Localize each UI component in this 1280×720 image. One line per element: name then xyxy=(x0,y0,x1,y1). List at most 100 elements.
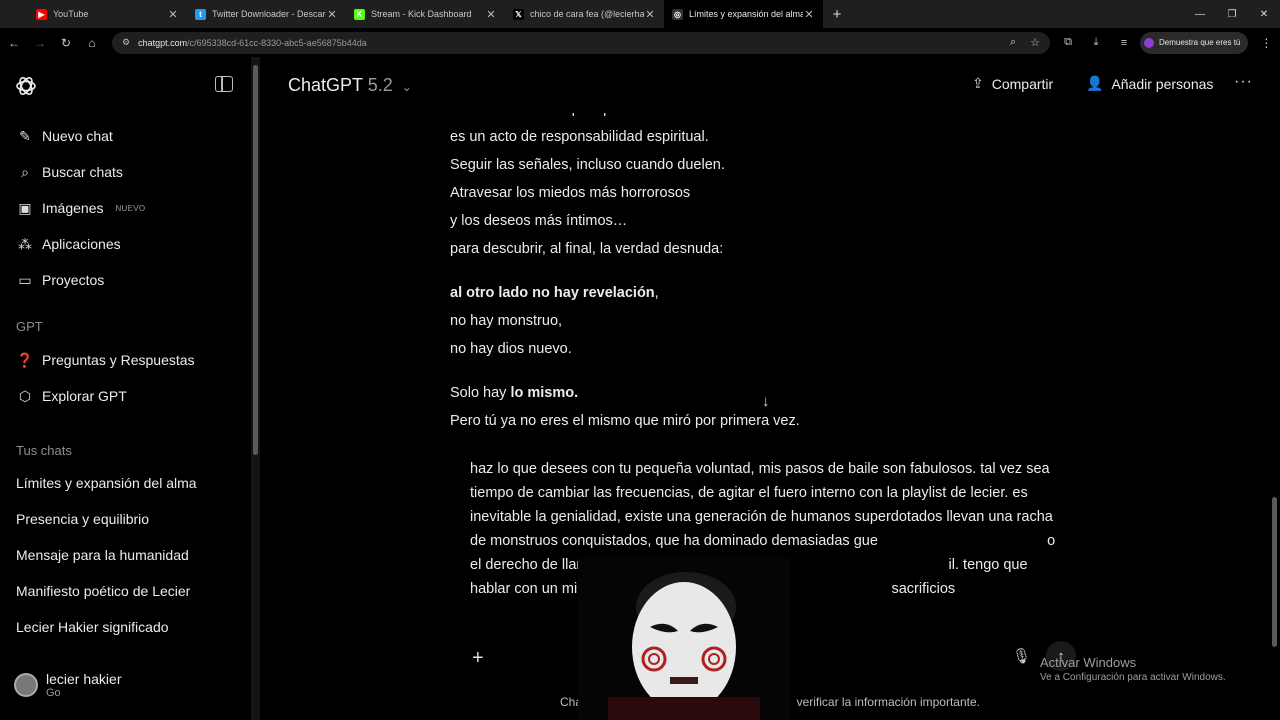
url-field[interactable]: ⚙ chatgpt.com /c/695338cd-61cc-8330-abc5… xyxy=(112,31,1050,54)
chat-history-item[interactable]: Lecier Hakier significado xyxy=(16,619,169,635)
scroll-down-icon[interactable]: ↓ xyxy=(762,393,770,410)
youtube-icon: ▶ xyxy=(36,8,47,20)
browser-tab[interactable]: ▶ YouTube ✕ xyxy=(28,0,187,28)
sidebar-item-label: Proyectos xyxy=(42,272,105,288)
more-options-icon[interactable]: ··· xyxy=(1234,73,1253,91)
image-icon: ▣ xyxy=(18,199,32,216)
close-window-icon[interactable]: ✕ xyxy=(1248,0,1280,28)
browser-tab[interactable]: 𝕏 chico de cara fea (@lecierhakie ✕ xyxy=(505,0,664,28)
browser-tab-bar: ▶ YouTube ✕ t Twitter Downloader - Descar… xyxy=(0,0,1280,28)
chats-section-heading: Tus chats xyxy=(16,443,72,458)
profile-chip[interactable]: Demuestra que eres tú xyxy=(1140,31,1249,54)
avatar xyxy=(14,673,38,697)
media-icon[interactable]: ≡ xyxy=(1112,32,1136,54)
poem-line: para descubrir, al final, la verdad desn… xyxy=(450,241,724,257)
sidebar-nav-item[interactable]: ⌕ Buscar chats xyxy=(16,158,123,186)
model-selector[interactable]: ChatGPT 5.2 ⌄ xyxy=(288,75,412,96)
url-path: /c/695338cd-61cc-8330-abc5-ae56875b44da xyxy=(187,37,367,48)
assistant-stanza-2: al otro lado no hay revelación, no hay m… xyxy=(450,279,870,363)
close-tab-icon[interactable]: ✕ xyxy=(803,8,815,21)
assistant-stanza-1: Caminar sobre los precipicios de la ment… xyxy=(450,95,870,263)
add-person-icon: 👤 xyxy=(1086,75,1104,91)
tab-label: Stream - Kick Dashboard xyxy=(371,9,472,19)
cube-icon: ⬡ xyxy=(18,387,32,404)
close-tab-icon[interactable]: ✕ xyxy=(485,8,497,21)
chat-history-item[interactable]: Manifiesto poético de Lecier xyxy=(16,583,190,599)
sidebar-nav-item[interactable]: ▭ Proyectos xyxy=(16,266,104,294)
url-host: chatgpt.com xyxy=(138,37,188,48)
sidebar-item-label: Preguntas y Respuestas xyxy=(42,352,195,368)
profile-label: Demuestra que eres tú xyxy=(1159,38,1241,47)
sidebar-toggle-icon[interactable] xyxy=(215,76,233,92)
browser-tab[interactable]: ◎ Límites y expansión del alma ✕ xyxy=(664,0,823,28)
poem-line: es un acto de responsabilidad espiritual… xyxy=(450,129,709,145)
forward-icon[interactable]: → xyxy=(28,31,52,55)
tab-label: chico de cara fea (@lecierhakie xyxy=(530,9,644,19)
poem-line: Seguir las señales, incluso cuando duele… xyxy=(450,157,725,173)
stanza-3-bold: lo mismo. xyxy=(510,385,579,401)
share-icon: ⇪ xyxy=(972,75,984,91)
browser-menu-icon[interactable]: ⋮ xyxy=(1254,31,1278,55)
chat-history-item[interactable]: Presencia y equilibrio xyxy=(16,511,149,527)
address-bar-row: ← → ↻ ⌂ ⚙ chatgpt.com /c/695338cd-61cc-8… xyxy=(0,28,1280,57)
home-icon[interactable]: ⌂ xyxy=(80,31,104,55)
zoom-icon[interactable]: ⌕ xyxy=(1010,36,1016,49)
poem-line: y los deseos más íntimos… xyxy=(450,213,628,229)
sidebar: ✎ Nuevo chat ⌕ Buscar chats ▣ Imágenes N… xyxy=(0,57,251,720)
poem-line: no hay dios nuevo. xyxy=(450,341,572,357)
poem-line: Atravesar los miedos más horrorosos xyxy=(450,185,691,201)
extensions-icon[interactable]: ⧉ xyxy=(1056,32,1080,54)
model-version: 5.2 xyxy=(367,75,393,95)
back-icon[interactable]: ← xyxy=(2,31,26,55)
openai-logo-icon[interactable] xyxy=(14,74,38,98)
sidebar-item-label: Buscar chats xyxy=(42,164,123,180)
site-info-icon[interactable]: ⚙ xyxy=(122,37,130,48)
chevron-down-icon: ⌄ xyxy=(401,80,412,94)
sidebar-nav-item[interactable]: ⁂ Aplicaciones xyxy=(16,230,121,258)
reload-icon[interactable]: ↻ xyxy=(54,31,78,55)
stanza-3-line-2: Pero tú ya no eres el mismo que miró por… xyxy=(450,413,800,429)
gpt-section-heading: GPT xyxy=(16,319,43,334)
add-attachment-icon[interactable]: + xyxy=(472,647,484,670)
edit-icon: ✎ xyxy=(19,127,31,144)
profile-dot-icon xyxy=(1144,37,1154,48)
close-tab-icon[interactable]: ✕ xyxy=(167,8,179,21)
stanza-2-bold: al otro lado no hay revelación xyxy=(450,285,655,301)
sidebar-gpt-item[interactable]: ❓ Preguntas y Respuestas xyxy=(16,346,195,374)
sidebar-item-label: Nuevo chat xyxy=(42,128,113,144)
share-button[interactable]: ⇪ Compartir xyxy=(972,75,1053,92)
sidebar-nav-item[interactable]: ▣ Imágenes NUEVO xyxy=(16,194,145,222)
add-people-button[interactable]: 👤 Añadir personas xyxy=(1086,75,1213,92)
close-tab-icon[interactable]: ✕ xyxy=(326,8,338,21)
chat-history-item[interactable]: Mensaje para la humanidad xyxy=(16,547,189,563)
window-controls: — ❐ ✕ xyxy=(1184,0,1280,28)
browser-tab[interactable]: t Twitter Downloader - Descarga ✕ xyxy=(187,0,346,28)
assistant-stanza-3: Solo hay lo mismo. Pero tú ya no eres el… xyxy=(450,379,870,435)
download-icon[interactable]: ⤓ xyxy=(1084,32,1108,54)
main-panel: ChatGPT 5.2 ⌄ ⇪ Compartir 👤 Añadir perso… xyxy=(260,57,1280,720)
sidebar-item-label: Explorar GPT xyxy=(42,388,127,404)
user-menu[interactable]: lecier hakier Go xyxy=(14,671,121,699)
sidebar-nav-item[interactable]: ✎ Nuevo chat xyxy=(16,122,113,150)
share-label: Compartir xyxy=(991,75,1054,92)
main-scrollbar[interactable] xyxy=(1268,57,1280,720)
sidebar-gpt-item[interactable]: ⬡ Explorar GPT xyxy=(16,382,127,410)
microphone-icon[interactable]: 🎙 xyxy=(1012,647,1031,665)
sidebar-item-label: Imágenes xyxy=(42,200,104,216)
new-tab-button[interactable]: + xyxy=(827,6,847,23)
browser-tab[interactable]: K Stream - Kick Dashboard ✕ xyxy=(346,0,505,28)
minimize-icon[interactable]: — xyxy=(1184,0,1216,28)
maximize-icon[interactable]: ❐ xyxy=(1216,0,1248,28)
search-icon: ⌕ xyxy=(21,163,29,180)
sidebar-scrollbar[interactable] xyxy=(251,57,260,720)
bookmark-star-icon[interactable]: ☆ xyxy=(1030,36,1040,49)
chatgpt-icon: ◎ xyxy=(672,8,683,20)
close-tab-icon[interactable]: ✕ xyxy=(644,8,656,21)
mask-figure-icon xyxy=(578,557,790,720)
sidebar-item-label: Aplicaciones xyxy=(42,236,121,252)
add-people-label: Añadir personas xyxy=(1111,75,1214,92)
tab-label: Twitter Downloader - Descarga xyxy=(212,9,326,19)
kick-icon: K xyxy=(354,8,365,20)
chat-history-item[interactable]: Límites y expansión del alma xyxy=(16,475,197,491)
folder-icon: ▭ xyxy=(18,271,32,288)
